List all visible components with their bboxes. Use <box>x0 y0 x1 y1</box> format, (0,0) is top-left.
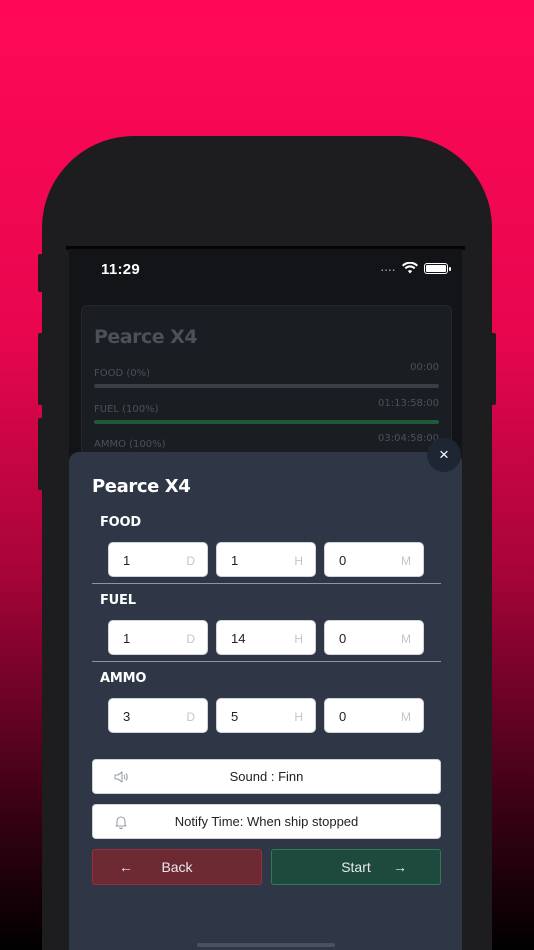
timer-modal: Pearce X4 FOOD 1 D 1 H 0 M FUEL 1 D 14 H… <box>69 452 462 950</box>
food-hours-input[interactable]: 1 H <box>216 542 316 577</box>
field-value: 5 <box>231 709 239 724</box>
background-row-value: 03:04:58:00 <box>377 433 439 444</box>
status-icons: .... <box>380 262 451 274</box>
battery-icon <box>424 262 451 274</box>
notify-time-button[interactable]: Notify Time: When ship stopped <box>92 804 441 839</box>
field-unit: M <box>401 554 411 568</box>
field-value: 1 <box>123 631 131 646</box>
back-label: Back <box>161 859 193 875</box>
food-minutes-input[interactable]: 0 M <box>324 542 424 577</box>
section-label-food: FOOD <box>100 515 141 530</box>
notify-label: Notify Time: When ship stopped <box>174 814 359 829</box>
field-unit: D <box>186 710 195 724</box>
start-label: Start <box>341 859 371 875</box>
field-value: 0 <box>339 553 347 568</box>
background-row-label: AMMO (100%) <box>94 439 166 450</box>
ammo-hours-input[interactable]: 5 H <box>216 698 316 733</box>
ammo-minutes-input[interactable]: 0 M <box>324 698 424 733</box>
field-value: 3 <box>123 709 131 724</box>
arrow-right-icon: → <box>393 859 407 875</box>
close-button[interactable]: × <box>427 438 461 472</box>
background-row-value: 01:13:58:00 <box>377 398 439 409</box>
signal-icon: .... <box>380 262 396 274</box>
background-row-label: FOOD (0%) <box>94 368 151 379</box>
progress-bar-food <box>94 384 439 388</box>
field-unit: H <box>294 710 303 724</box>
field-value: 0 <box>339 631 347 646</box>
background-row-label: FUEL (100%) <box>94 404 159 415</box>
field-value: 1 <box>231 553 239 568</box>
status-time: 11:29 <box>101 261 141 278</box>
field-unit: H <box>294 554 303 568</box>
sound-selector-button[interactable]: Sound : Finn <box>92 759 441 794</box>
field-value: 0 <box>339 709 347 724</box>
field-unit: M <box>401 632 411 646</box>
field-value: 1 <box>123 553 131 568</box>
arrow-left-icon: ← <box>119 859 133 875</box>
modal-title: Pearce X4 <box>92 476 191 497</box>
progress-bar-fuel <box>94 420 439 424</box>
phone-screen: 11:29 .... Pearce X4 FOOD (0%) 00:00 FUE… <box>69 249 462 950</box>
sound-label: Sound : Finn <box>229 769 304 784</box>
field-unit: D <box>186 632 195 646</box>
wifi-icon <box>402 262 418 274</box>
section-divider <box>92 661 441 662</box>
fuel-days-input[interactable]: 1 D <box>108 620 208 655</box>
section-divider <box>92 583 441 584</box>
fuel-minutes-input[interactable]: 0 M <box>324 620 424 655</box>
field-unit: H <box>294 632 303 646</box>
field-unit: M <box>401 710 411 724</box>
background-row-value: 00:00 <box>410 362 439 373</box>
ammo-days-input[interactable]: 3 D <box>108 698 208 733</box>
section-label-ammo: AMMO <box>100 671 147 686</box>
field-value: 14 <box>231 631 246 646</box>
status-bar: 11:29 .... <box>69 249 462 289</box>
food-days-input[interactable]: 1 D <box>108 542 208 577</box>
field-unit: D <box>186 554 195 568</box>
start-button[interactable]: Start → <box>271 849 441 885</box>
back-button[interactable]: ← Back <box>92 849 262 885</box>
fuel-hours-input[interactable]: 14 H <box>216 620 316 655</box>
background-card-title: Pearce X4 <box>94 326 198 348</box>
speaker-icon <box>114 771 128 783</box>
home-indicator <box>197 943 335 947</box>
bell-icon <box>115 816 127 830</box>
section-label-fuel: FUEL <box>100 593 136 608</box>
